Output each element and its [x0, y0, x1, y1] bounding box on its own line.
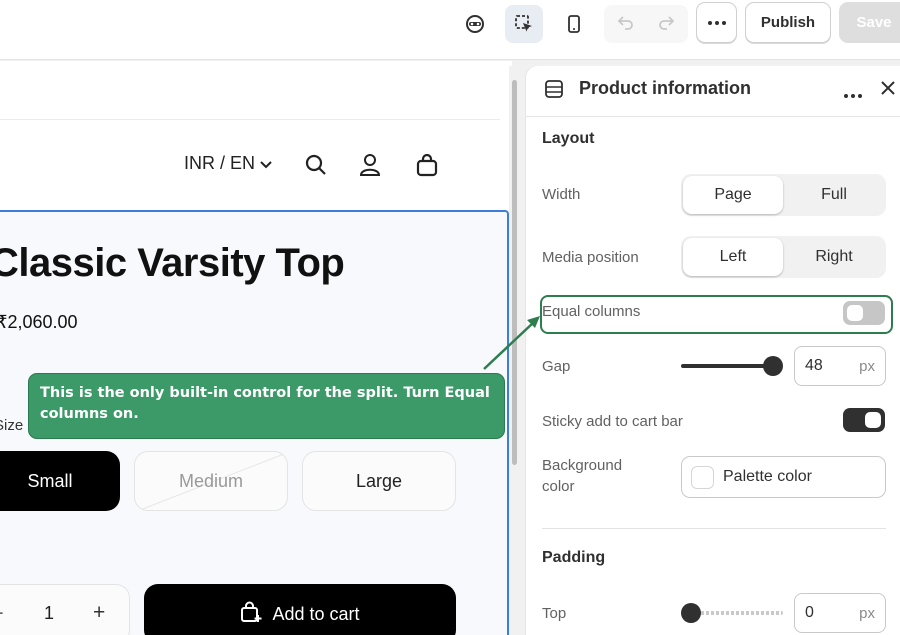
more-icon[interactable] — [696, 2, 737, 43]
size-label: Size — [0, 417, 24, 434]
account-icon[interactable] — [359, 153, 381, 177]
sticky-cart-label: Sticky add to cart bar — [542, 413, 683, 430]
undo-redo-group — [604, 5, 688, 43]
panel-more-icon[interactable] — [843, 86, 863, 104]
padding-top-slider-knob[interactable] — [681, 603, 701, 623]
select-icon[interactable] — [505, 5, 543, 43]
size-option-medium[interactable]: Medium — [134, 451, 288, 511]
chevron-down-icon — [260, 153, 272, 174]
qty-minus-button[interactable]: − — [0, 603, 4, 624]
cart-icon[interactable] — [416, 153, 438, 177]
add-to-cart-button[interactable]: Add to cart — [144, 584, 456, 635]
preview-scrollbar-thumb[interactable] — [512, 80, 517, 465]
gap-input[interactable]: 48 px — [794, 346, 886, 386]
header-divider — [0, 119, 500, 120]
quantity-stepper: − 1 + — [0, 584, 130, 635]
qty-value[interactable]: 1 — [44, 603, 54, 624]
layout-heading: Layout — [542, 130, 595, 147]
product-title: Classic Varsity Top — [0, 241, 345, 285]
gap-unit: px — [859, 358, 875, 375]
close-icon[interactable] — [880, 80, 896, 101]
padding-top-label: Top — [542, 605, 567, 622]
locale-selector[interactable]: INR / EN — [184, 153, 272, 174]
section-icon — [544, 79, 564, 104]
color-swatch — [691, 466, 714, 489]
editor-topbar: Publish Save — [0, 0, 900, 60]
store-preview: INR / EN Classic Varsity Top ₹2,060.00 S… — [0, 61, 512, 635]
cart-add-icon — [240, 601, 262, 628]
padding-top-slider-track[interactable] — [691, 611, 783, 615]
padding-top-input[interactable]: 0 px — [794, 593, 886, 633]
search-icon[interactable] — [305, 154, 327, 176]
background-color-picker[interactable]: Palette color — [681, 456, 886, 498]
instruction-callout: This is the only built-in control for th… — [28, 373, 505, 439]
gap-label: Gap — [542, 358, 571, 375]
panel-header: Product information — [526, 66, 900, 117]
width-label: Width — [542, 186, 581, 203]
gap-slider-knob[interactable] — [763, 356, 783, 376]
mobile-icon[interactable] — [555, 5, 593, 43]
size-option-large[interactable]: Large — [302, 451, 456, 511]
settings-panel: Product information Layout Width Page Fu… — [526, 66, 900, 635]
padding-top-value: 0 — [805, 604, 814, 621]
media-position-label: Media position — [542, 249, 639, 266]
gap-slider-track[interactable] — [681, 364, 773, 368]
media-option-right[interactable]: Right — [784, 238, 884, 276]
toggle-knob — [865, 412, 881, 428]
size-option-medium-label: Medium — [178, 470, 244, 491]
equal-columns-highlight — [540, 295, 893, 334]
size-option-small[interactable]: Small — [0, 451, 120, 511]
media-option-left[interactable]: Left — [683, 238, 783, 276]
panel-title: Product information — [579, 78, 751, 98]
add-to-cart-label: Add to cart — [272, 603, 360, 624]
undo-icon[interactable] — [617, 13, 635, 36]
qty-plus-button[interactable]: + — [93, 601, 105, 625]
publish-button[interactable]: Publish — [745, 2, 831, 43]
background-color-label-line1: Background — [542, 457, 623, 474]
width-segmented-control: Page Full — [681, 174, 886, 216]
width-option-full[interactable]: Full — [784, 176, 884, 214]
locale-label: INR / EN — [184, 153, 256, 173]
padding-heading: Padding — [542, 549, 606, 566]
save-button[interactable]: Save — [839, 2, 900, 43]
width-option-page[interactable]: Page — [683, 176, 783, 214]
gap-value: 48 — [805, 357, 823, 374]
redo-icon[interactable] — [657, 13, 675, 36]
product-price: ₹2,060.00 — [0, 312, 78, 332]
background-color-label-line2: color — [542, 478, 575, 495]
background-color-value: Palette color — [723, 468, 812, 485]
media-position-segmented-control: Left Right — [681, 236, 886, 278]
padding-top-unit: px — [859, 605, 875, 622]
inspector-icon[interactable] — [456, 5, 494, 43]
panel-divider — [542, 528, 886, 529]
sticky-cart-toggle[interactable] — [843, 408, 885, 432]
